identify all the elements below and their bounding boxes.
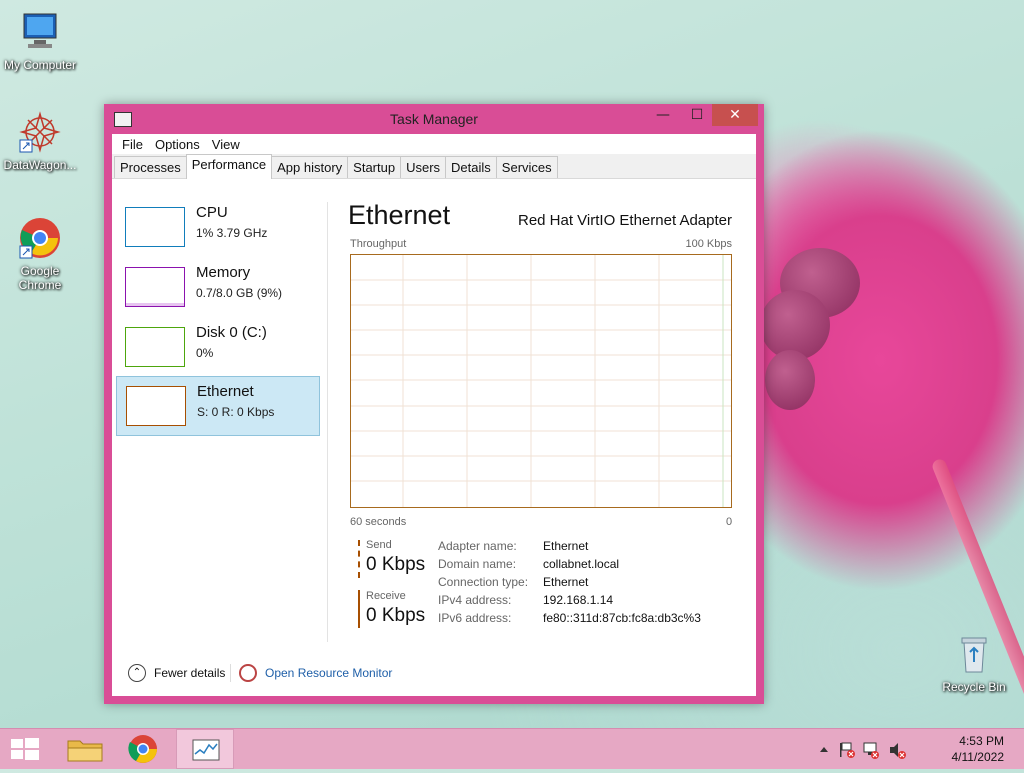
desktop-icon-label: Google Chrome <box>18 264 62 292</box>
open-resource-monitor-link[interactable]: Open Resource Monitor <box>239 664 392 682</box>
sidebar-item-value: 0.7/8.0 GB (9%) <box>196 286 283 300</box>
task-manager-icon <box>192 739 220 761</box>
tab-strip: Processes Performance App history Startu… <box>112 154 756 179</box>
footer-separator <box>230 664 231 682</box>
cpu-thumbnail-graph <box>125 207 185 247</box>
chevron-up-icon: ⌃ <box>128 664 146 682</box>
clock-date: 4/11/2022 <box>951 750 1005 764</box>
info-value-domain-name: collabnet.local <box>543 557 620 571</box>
start-button[interactable] <box>0 729 58 769</box>
desktop-icon-label: Recycle Bin <box>942 680 1006 694</box>
throughput-graph <box>350 254 732 508</box>
datawagon-icon <box>18 110 62 154</box>
send-indicator <box>358 540 360 578</box>
resource-title: Ethernet <box>348 200 451 230</box>
menu-file[interactable]: File <box>116 137 149 152</box>
desktop-icon-my-computer[interactable]: My Computer <box>0 10 80 72</box>
performance-sidebar: CPU 1% 3.79 GHz Memory 0.7/8.0 GB (9%) D… <box>112 180 324 640</box>
windows-logo-icon <box>11 738 39 760</box>
menu-bar: File Options View <box>112 134 756 154</box>
info-value-connection-type: Ethernet <box>543 575 589 589</box>
desktop-icon-label: My Computer <box>3 58 77 72</box>
title-bar[interactable]: Task Manager — ☐ ✕ <box>104 104 764 134</box>
tab-app-history[interactable]: App history <box>271 156 349 178</box>
chrome-icon <box>128 735 157 763</box>
wallpaper-stem <box>930 457 1024 741</box>
desktop-icon-recycle-bin[interactable]: Recycle Bin <box>934 632 1014 694</box>
adapter-description: Red Hat VirtIO Ethernet Adapter <box>517 212 732 229</box>
sidebar-item-value: 0% <box>196 346 214 360</box>
tab-performance[interactable]: Performance <box>185 154 273 179</box>
receive-label: Receive <box>366 590 406 602</box>
menu-options[interactable]: Options <box>149 137 206 152</box>
fewer-details-label: Fewer details <box>154 666 226 680</box>
sidebar-item-name: Memory <box>196 264 251 281</box>
graph-label-max: 100 Kbps <box>685 238 732 250</box>
tab-details[interactable]: Details <box>445 156 497 178</box>
clock-time: 4:53 PM <box>959 734 1004 748</box>
info-key-adapter-name: Adapter name: <box>438 539 517 553</box>
tray-icons <box>820 742 906 759</box>
wallpaper-bud <box>760 290 830 360</box>
sidebar-item-name: CPU <box>196 204 228 221</box>
info-value-ipv6: fe80::311d:87cb:fc8a:db3c%3 <box>543 611 701 625</box>
panel-divider <box>327 202 328 642</box>
recycle-bin-icon <box>952 632 996 676</box>
maximize-button[interactable]: ☐ <box>682 104 712 126</box>
sidebar-item-value: 1% 3.79 GHz <box>196 226 268 240</box>
window-client-area: File Options View Processes Performance … <box>112 134 756 696</box>
taskbar-file-explorer[interactable] <box>56 729 114 769</box>
sidebar-item-ethernet[interactable]: Ethernet S: 0 R: 0 Kbps <box>116 376 320 436</box>
memory-thumbnail-graph <box>125 267 185 307</box>
tab-processes[interactable]: Processes <box>114 156 187 178</box>
volume-icon <box>890 743 906 759</box>
info-key-ipv6: IPv6 address: <box>438 611 512 625</box>
tab-startup[interactable]: Startup <box>347 156 402 178</box>
taskbar-clock[interactable]: 4:53 PM 4/11/2022 <box>952 733 1005 765</box>
desktop-icon-datawagon[interactable]: DataWagon... <box>0 110 80 172</box>
info-key-connection-type: Connection type: <box>438 575 529 589</box>
desktop-icon-label: DataWagon... <box>3 158 77 172</box>
taskbar-task-manager[interactable] <box>176 729 234 769</box>
graph-label-zero: 0 <box>726 516 733 528</box>
graph-label-throughput: Throughput <box>350 238 407 250</box>
info-key-domain-name: Domain name: <box>438 557 517 571</box>
ethernet-thumbnail-graph <box>126 386 186 426</box>
sidebar-item-cpu[interactable]: CPU 1% 3.79 GHz <box>116 198 318 256</box>
minimize-button[interactable]: — <box>648 104 678 126</box>
graph-label-timespan: 60 seconds <box>350 516 407 528</box>
computer-icon <box>18 10 62 54</box>
sidebar-item-disk[interactable]: Disk 0 (C:) 0% <box>116 318 318 376</box>
send-value: 0 Kbps <box>366 554 426 575</box>
send-label: Send <box>366 539 392 551</box>
wallpaper-bud <box>765 350 815 410</box>
open-resource-monitor-label: Open Resource Monitor <box>265 666 393 680</box>
taskbar-chrome[interactable] <box>114 729 172 769</box>
sidebar-item-value: S: 0 R: 0 Kbps <box>197 405 275 419</box>
network-icon <box>863 742 879 759</box>
resource-monitor-icon <box>239 664 257 682</box>
action-center-flag-icon <box>840 742 855 758</box>
receive-value: 0 Kbps <box>366 605 426 626</box>
sidebar-item-name: Disk 0 (C:) <box>196 324 267 341</box>
chrome-icon <box>18 216 62 260</box>
receive-indicator <box>358 590 360 628</box>
disk-thumbnail-graph <box>125 327 185 367</box>
show-hidden-icons-icon <box>820 747 828 752</box>
sidebar-item-memory[interactable]: Memory 0.7/8.0 GB (9%) <box>116 258 318 316</box>
taskbar: 4:53 PM 4/11/2022 <box>0 728 1024 769</box>
desktop-icon-google-chrome[interactable]: Google Chrome <box>0 216 80 292</box>
tab-services[interactable]: Services <box>495 156 558 178</box>
menu-view[interactable]: View <box>206 137 246 152</box>
task-manager-window[interactable]: Task Manager — ☐ ✕ File Options View Pro… <box>104 104 764 704</box>
sidebar-item-name: Ethernet <box>197 383 254 400</box>
close-button[interactable]: ✕ <box>712 104 758 126</box>
info-value-adapter-name: Ethernet <box>543 539 589 553</box>
fewer-details-button[interactable]: ⌃ Fewer details <box>128 664 225 682</box>
info-value-ipv4: 192.168.1.14 <box>543 593 614 607</box>
tab-users[interactable]: Users <box>400 156 447 178</box>
info-key-ipv4: IPv4 address: <box>438 593 512 607</box>
folder-icon <box>67 740 103 762</box>
